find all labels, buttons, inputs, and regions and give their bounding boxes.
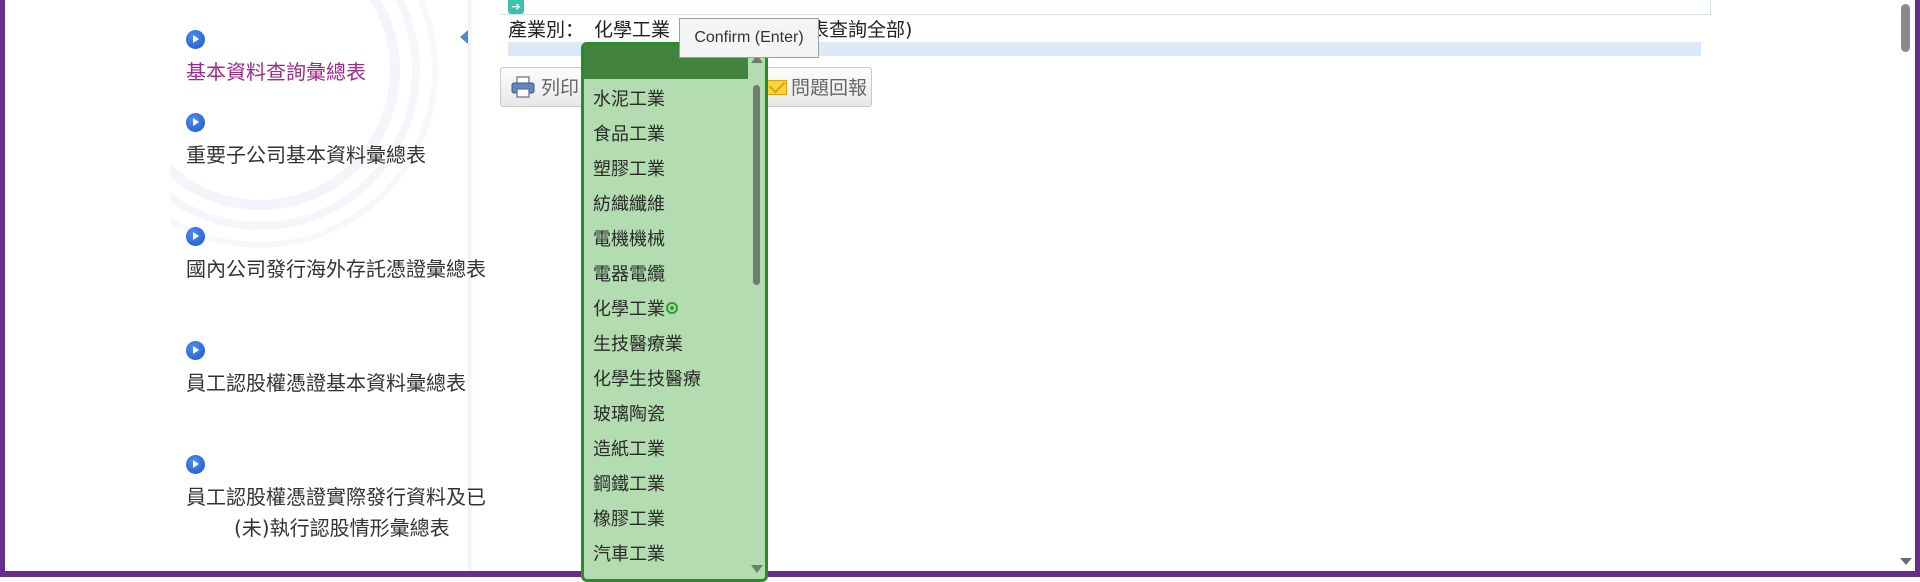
sidebar-item-label[interactable]: 重要子公司基本資料彙總表: [186, 140, 504, 171]
dropdown-option[interactable]: 化學生技醫療: [593, 362, 743, 397]
dropdown-option[interactable]: 電器電纜: [593, 257, 743, 292]
arrow-bullet-icon: [186, 30, 205, 49]
scroll-down-icon[interactable]: [751, 565, 763, 573]
industry-filter-row: 產業別： 化學工業: [508, 18, 670, 42]
sidebar-item-label[interactable]: 國內公司發行海外存託憑證彙總表: [186, 254, 504, 285]
mail-icon: [767, 80, 787, 95]
arrow-bullet-icon: [186, 455, 205, 474]
scroll-down-icon[interactable]: [1900, 558, 1912, 565]
sidebar-item-depositary-summary[interactable]: 國內公司發行海外存託憑證彙總表: [186, 227, 504, 285]
dropdown-scrollbar[interactable]: [751, 51, 763, 579]
industry-label: 產業別：: [508, 19, 585, 41]
dropdown-option[interactable]: 汽車工業: [593, 537, 743, 572]
arrow-bullet-icon: [186, 227, 205, 246]
print-button[interactable]: 列印: [500, 67, 590, 107]
dropdown-options: 水泥工業 食品工業 塑膠工業 紡織纖維 電機機械 電器電纜 化學工業 生技醫療業…: [593, 82, 743, 572]
report-issue-label: 問題回報: [791, 77, 868, 99]
cursor-crosshair-icon: [666, 302, 678, 314]
dropdown-scroll-thumb[interactable]: [753, 85, 760, 285]
dropdown-option[interactable]: 造紙工業: [593, 432, 743, 467]
print-label: 列印: [541, 77, 580, 99]
page-scroll-thumb[interactable]: [1901, 4, 1910, 52]
dropdown-option[interactable]: 生技醫療業: [593, 327, 743, 362]
page-scrollbar[interactable]: [1896, 0, 1915, 571]
dropdown-option[interactable]: 紡織纖維: [593, 187, 743, 222]
arrow-bullet-icon: [186, 113, 205, 132]
sidebar-item-label[interactable]: 員工認股權憑證實際發行資料及已(未)執行認股情形彙總表: [186, 482, 504, 544]
sidebar-item-warrant-basic-summary[interactable]: 員工認股權憑證基本資料彙總表: [186, 341, 504, 399]
go-arrow-icon[interactable]: ➔: [508, 0, 524, 14]
dropdown-option[interactable]: 玻璃陶瓷: [593, 397, 743, 432]
query-all-note: 表查詢全部): [810, 19, 913, 41]
dropdown-option[interactable]: 水泥工業: [593, 82, 743, 117]
dropdown-option[interactable]: 電機機械: [593, 222, 743, 257]
industry-select[interactable]: 化學工業: [594, 19, 670, 41]
dropdown-option[interactable]: 橡膠工業: [593, 502, 743, 537]
confirm-tooltip: Confirm (Enter): [679, 18, 819, 58]
sidebar-item-label[interactable]: 員工認股權憑證基本資料彙總表: [186, 368, 504, 399]
dropdown-option[interactable]: 塑膠工業: [593, 152, 743, 187]
dropdown-option[interactable]: 食品工業: [593, 117, 743, 152]
arrow-bullet-icon: [186, 341, 205, 360]
sidebar-item-label[interactable]: 基本資料查詢彙總表: [186, 57, 504, 88]
sidebar-item-warrant-issuance-summary[interactable]: 員工認股權憑證實際發行資料及已(未)執行認股情形彙總表: [186, 455, 504, 544]
query-panel-border: [500, 0, 1711, 15]
printer-icon: [511, 76, 535, 98]
sidebar-item-subsidiary-summary[interactable]: 重要子公司基本資料彙總表: [186, 113, 504, 171]
sidebar-item-basic-summary[interactable]: 基本資料查詢彙總表: [186, 30, 504, 88]
dropdown-option[interactable]: 鋼鐵工業: [593, 467, 743, 502]
